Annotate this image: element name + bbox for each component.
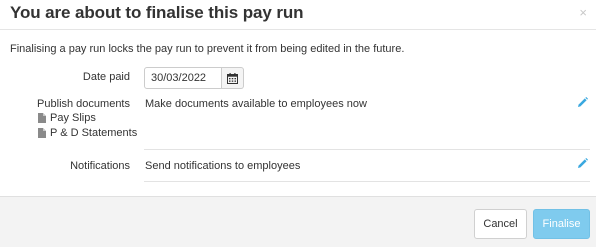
calendar-icon[interactable] <box>222 67 244 89</box>
row-divider <box>144 149 590 150</box>
date-paid-label: Date paid <box>82 71 130 83</box>
modal-footer: Cancel Finalise <box>0 196 596 247</box>
document-label: P & D Statements <box>50 127 138 139</box>
notifications-value: Send notifications to employees <box>145 160 301 172</box>
finalise-pay-run-modal: You are about to finalise this pay run ×… <box>0 0 596 247</box>
publish-documents-value: Make documents available to employees no… <box>145 98 367 110</box>
modal-title: You are about to finalise this pay run <box>10 3 304 22</box>
date-paid-input[interactable] <box>144 67 222 89</box>
close-icon[interactable]: × <box>579 6 587 19</box>
cancel-button[interactable]: Cancel <box>474 209 527 239</box>
modal-header: You are about to finalise this pay run × <box>0 0 596 30</box>
finalise-button[interactable]: Finalise <box>533 209 590 239</box>
row-divider <box>144 181 590 182</box>
document-item-pay-slips: Pay Slips <box>38 112 96 124</box>
document-label: Pay Slips <box>50 112 96 124</box>
date-paid-picker <box>144 67 244 89</box>
pencil-icon[interactable] <box>577 97 588 108</box>
publish-documents-label: Publish documents <box>37 98 130 110</box>
document-item-pd-statements: P & D Statements <box>38 127 137 139</box>
pencil-icon[interactable] <box>577 158 588 169</box>
file-icon <box>38 113 46 123</box>
notifications-label: Notifications <box>70 160 130 172</box>
file-icon <box>38 128 46 138</box>
intro-text: Finalising a pay run locks the pay run t… <box>10 43 405 55</box>
